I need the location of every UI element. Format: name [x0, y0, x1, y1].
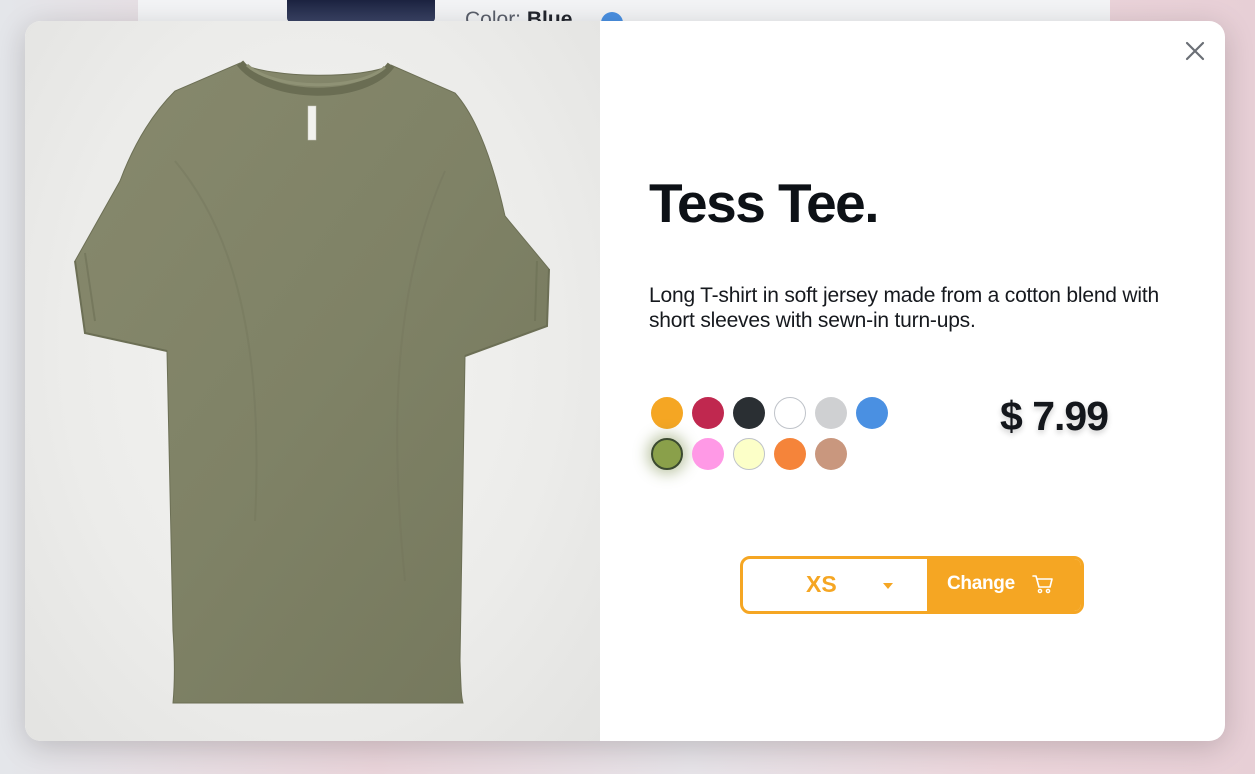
color-swatch-light-gray[interactable] — [815, 397, 847, 429]
color-swatch-crimson[interactable] — [692, 397, 724, 429]
color-swatch-tangerine[interactable] — [774, 438, 806, 470]
color-swatch-olive[interactable] — [651, 438, 683, 470]
tshirt-image — [74, 60, 550, 704]
caret-down-icon — [883, 583, 893, 589]
change-button[interactable]: Change — [927, 559, 1081, 611]
color-swatch-charcoal[interactable] — [733, 397, 765, 429]
cart-control: XS Change — [740, 556, 1084, 614]
cart-icon — [1032, 575, 1053, 594]
color-swatch-tan[interactable] — [815, 438, 847, 470]
color-swatch-white[interactable] — [774, 397, 806, 429]
product-modal: Tess Tee. Long T-shirt in soft jersey ma… — [25, 21, 1225, 741]
close-button[interactable] — [1183, 39, 1207, 63]
color-swatch-pink[interactable] — [692, 438, 724, 470]
background-product-thumbnail — [287, 0, 435, 22]
change-button-label: Change — [947, 573, 1015, 594]
size-select[interactable]: XS — [743, 559, 927, 611]
close-icon — [1185, 41, 1205, 61]
product-description: Long T-shirt in soft jersey made from a … — [649, 284, 1159, 332]
size-value: XS — [806, 571, 837, 597]
color-swatch-blue[interactable] — [856, 397, 888, 429]
color-swatch-orange[interactable] — [651, 397, 683, 429]
color-swatch-cream[interactable] — [733, 438, 765, 470]
product-title: Tess Tee. — [649, 172, 880, 234]
product-image — [25, 21, 600, 741]
product-price: $ 7.99 — [1000, 393, 1109, 439]
